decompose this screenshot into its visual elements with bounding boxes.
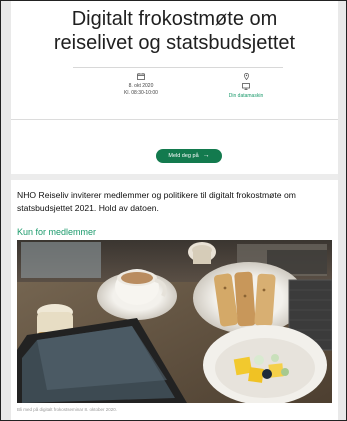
- arrow-right-icon: →: [202, 152, 210, 159]
- meta-divider: [73, 67, 283, 68]
- photo-caption: Bli med på digitalt frokostseminar 8. ok…: [17, 407, 118, 412]
- section-divider: [11, 119, 338, 120]
- page-title: Digitalt frokostmøte om reiselivet og st…: [11, 7, 338, 55]
- event-page: Digitalt frokostmøte om reiselivet og st…: [11, 1, 338, 420]
- title-line-1: Digitalt frokostmøte om: [71, 8, 278, 30]
- signup-button[interactable]: Meld deg på →: [156, 149, 222, 163]
- page-gutter-right: [338, 1, 346, 420]
- location-link[interactable]: Din datamaskin: [211, 93, 281, 100]
- browser-frame: Digitalt frokostmøte om reiselivet og st…: [0, 0, 347, 421]
- title-line-2: reiselivet og statsbudsjettet: [53, 32, 296, 54]
- page-gutter-left: [1, 1, 11, 420]
- event-intro: NHO Reiseliv inviterer medlemmer og poli…: [17, 190, 296, 213]
- monitor-icon: [211, 83, 281, 90]
- event-time: Kl. 08:30-10:00: [124, 90, 158, 96]
- map-pin-icon: [211, 73, 281, 80]
- event-date-block: 8. okt 2020 Kl. 08:30-10:00: [111, 73, 171, 97]
- event-location-block: Din datamaskin: [211, 73, 281, 100]
- breakfast-photo: [17, 240, 332, 403]
- content-separator: [11, 174, 338, 180]
- event-date: 8. okt 2020: [128, 83, 154, 89]
- members-only-heading: Kun for medlemmer: [17, 227, 97, 237]
- calendar-icon: [111, 73, 171, 80]
- signup-label: Meld deg på: [168, 153, 199, 159]
